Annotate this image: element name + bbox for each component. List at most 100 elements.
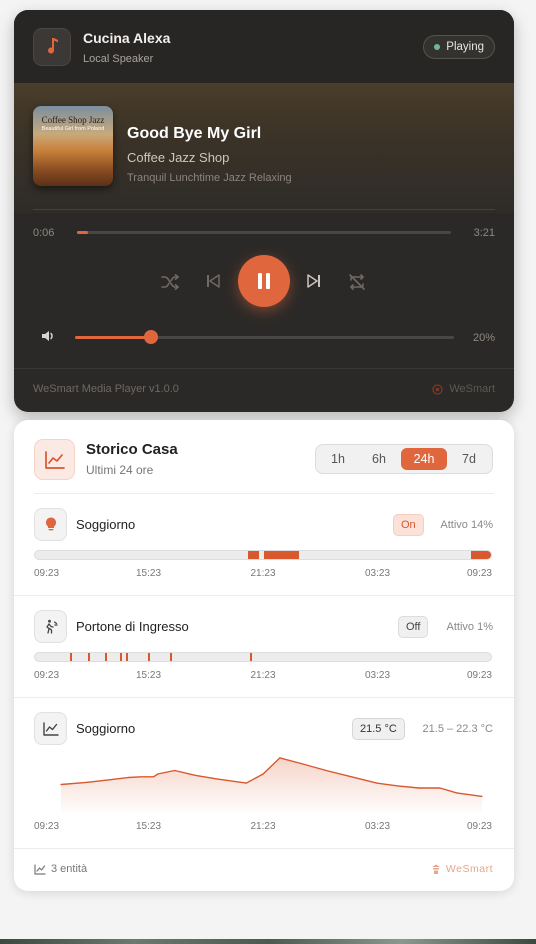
event-marker	[147, 653, 150, 661]
time-range-selector: 1h 6h 24h 7d	[315, 444, 493, 474]
shuffle-icon[interactable]	[160, 272, 180, 292]
player-header: Cucina Alexa Local Speaker Playing	[14, 10, 514, 83]
axis-tick-label: 21:23	[250, 821, 276, 832]
line-chart-icon	[34, 863, 46, 875]
temperature-point	[153, 776, 155, 778]
temperature-point	[456, 792, 458, 794]
lightbulb-icon	[34, 508, 67, 541]
player-brand: WeSmart	[432, 383, 495, 395]
time-axis: 09:23 15:23 21:23 03:23 09:23	[34, 821, 492, 833]
divider	[14, 848, 514, 849]
playing-status-badge: Playing	[423, 35, 495, 59]
axis-tick-label: 21:23	[250, 670, 276, 681]
cover-subtitle: Beautiful Girl from Poland	[41, 126, 105, 132]
axis-tick-label: 09:23	[34, 821, 60, 832]
axis-tick-label: 09:23	[34, 568, 60, 579]
entity-value-badge: 21.5 °C	[352, 718, 405, 740]
event-marker	[70, 653, 73, 661]
brand-logo-icon	[431, 864, 440, 874]
entity-meta: Attivo 14%	[440, 519, 493, 531]
entity-name: Soggiorno	[76, 721, 136, 736]
volume-knob[interactable]	[143, 330, 158, 344]
temperature-point	[127, 776, 129, 779]
temperature-point	[60, 783, 62, 786]
temperature-point	[279, 757, 281, 759]
history-card: Storico Casa Ultimi 24 ore 1h 6h 24h 7d …	[14, 420, 514, 891]
person-walking-icon	[34, 610, 67, 643]
next-track-icon[interactable]	[306, 272, 322, 290]
temperature-point	[174, 769, 176, 772]
temperature-point	[481, 795, 483, 797]
axis-tick-label: 15:23	[135, 568, 162, 579]
history-brand-label: WeSmart	[445, 863, 493, 875]
temperature-point	[195, 774, 197, 776]
entity-count: 3 entità	[51, 863, 88, 875]
axis-tick-label: 09:23	[466, 821, 492, 832]
history-title: Storico Casa	[86, 441, 178, 458]
volume-icon[interactable]	[40, 328, 56, 349]
pause-icon	[258, 273, 270, 289]
axis-tick-label: 03:23	[364, 670, 391, 681]
entity-name: Soggiorno	[76, 517, 136, 532]
axis-tick-label: 09:23	[466, 670, 492, 681]
now-playing: Coffee Shop Jazz Beautiful Girl from Pol…	[14, 83, 514, 213]
previous-track-icon[interactable]	[205, 272, 221, 290]
volume-percent: 20%	[472, 332, 495, 344]
temperature-point	[140, 776, 142, 778]
range-6h-button[interactable]: 6h	[360, 448, 398, 470]
music-note-icon	[33, 28, 71, 66]
duration: 3:21	[473, 227, 495, 239]
range-1h-button[interactable]: 1h	[319, 448, 357, 470]
axis-tick-label: 09:23	[34, 670, 60, 681]
volume-fill	[75, 336, 151, 339]
temperature-point	[350, 776, 353, 778]
history-subtitle: Ultimi 24 ore	[86, 463, 154, 477]
event-marker	[126, 653, 129, 661]
pause-button[interactable]	[238, 255, 290, 307]
axis-tick-label: 03:23	[364, 568, 391, 579]
temperature-chart	[60, 757, 483, 812]
divider	[34, 493, 494, 494]
temperature-point	[439, 787, 441, 789]
speaker-name: Cucina Alexa	[83, 30, 171, 46]
temperature-point	[216, 778, 218, 780]
temperature-point	[376, 782, 378, 784]
volume-slider[interactable]	[75, 330, 454, 344]
track-artist: Coffee Jazz Shop	[127, 150, 230, 165]
entity-name: Portone di Ingresso	[76, 619, 189, 634]
entity-meta: 21.5 – 22.3 °C	[422, 723, 493, 735]
time-axis: 09:23 15:23 21:23 03:23 09:23	[34, 670, 492, 682]
event-marker	[105, 653, 108, 661]
line-chart-icon	[34, 712, 67, 745]
temperature-point	[157, 773, 159, 775]
player-version: WeSmart Media Player v1.0.0	[33, 383, 179, 395]
cover-title: Coffee Shop Jazz	[41, 115, 105, 125]
desktop-background-strip	[0, 939, 536, 944]
event-marker	[170, 653, 173, 661]
progress-fill	[77, 231, 89, 234]
axis-tick-label: 03:23	[364, 821, 391, 832]
repeat-off-icon[interactable]	[347, 272, 367, 292]
state-timeline	[34, 550, 492, 560]
temperature-point	[300, 762, 302, 765]
on-interval	[247, 551, 260, 559]
range-24h-button[interactable]: 24h	[401, 448, 447, 470]
entity-meta: Attivo 1%	[446, 621, 493, 633]
album-cover: Coffee Shop Jazz Beautiful Girl from Pol…	[33, 106, 113, 186]
temperature-point	[85, 781, 87, 783]
on-interval	[471, 551, 491, 559]
event-marker	[119, 653, 122, 661]
track-album: Tranquil Lunchtime Jazz Relaxing	[127, 172, 292, 184]
media-player-card: Cucina Alexa Local Speaker Playing Coffe…	[14, 10, 514, 412]
history-brand: WeSmart	[431, 863, 493, 875]
axis-tick-label: 15:23	[135, 821, 162, 832]
range-7d-button[interactable]: 7d	[450, 448, 488, 470]
axis-tick-label: 09:23	[466, 568, 492, 579]
current-time: 0:06	[33, 227, 55, 239]
event-timeline	[34, 652, 492, 662]
speaker-type: Local Speaker	[83, 53, 154, 65]
entity-state-badge: Off	[398, 616, 429, 638]
progress-bar[interactable]	[77, 231, 451, 234]
history-footer: 3 entità	[34, 863, 87, 875]
temperature-point	[325, 769, 327, 772]
